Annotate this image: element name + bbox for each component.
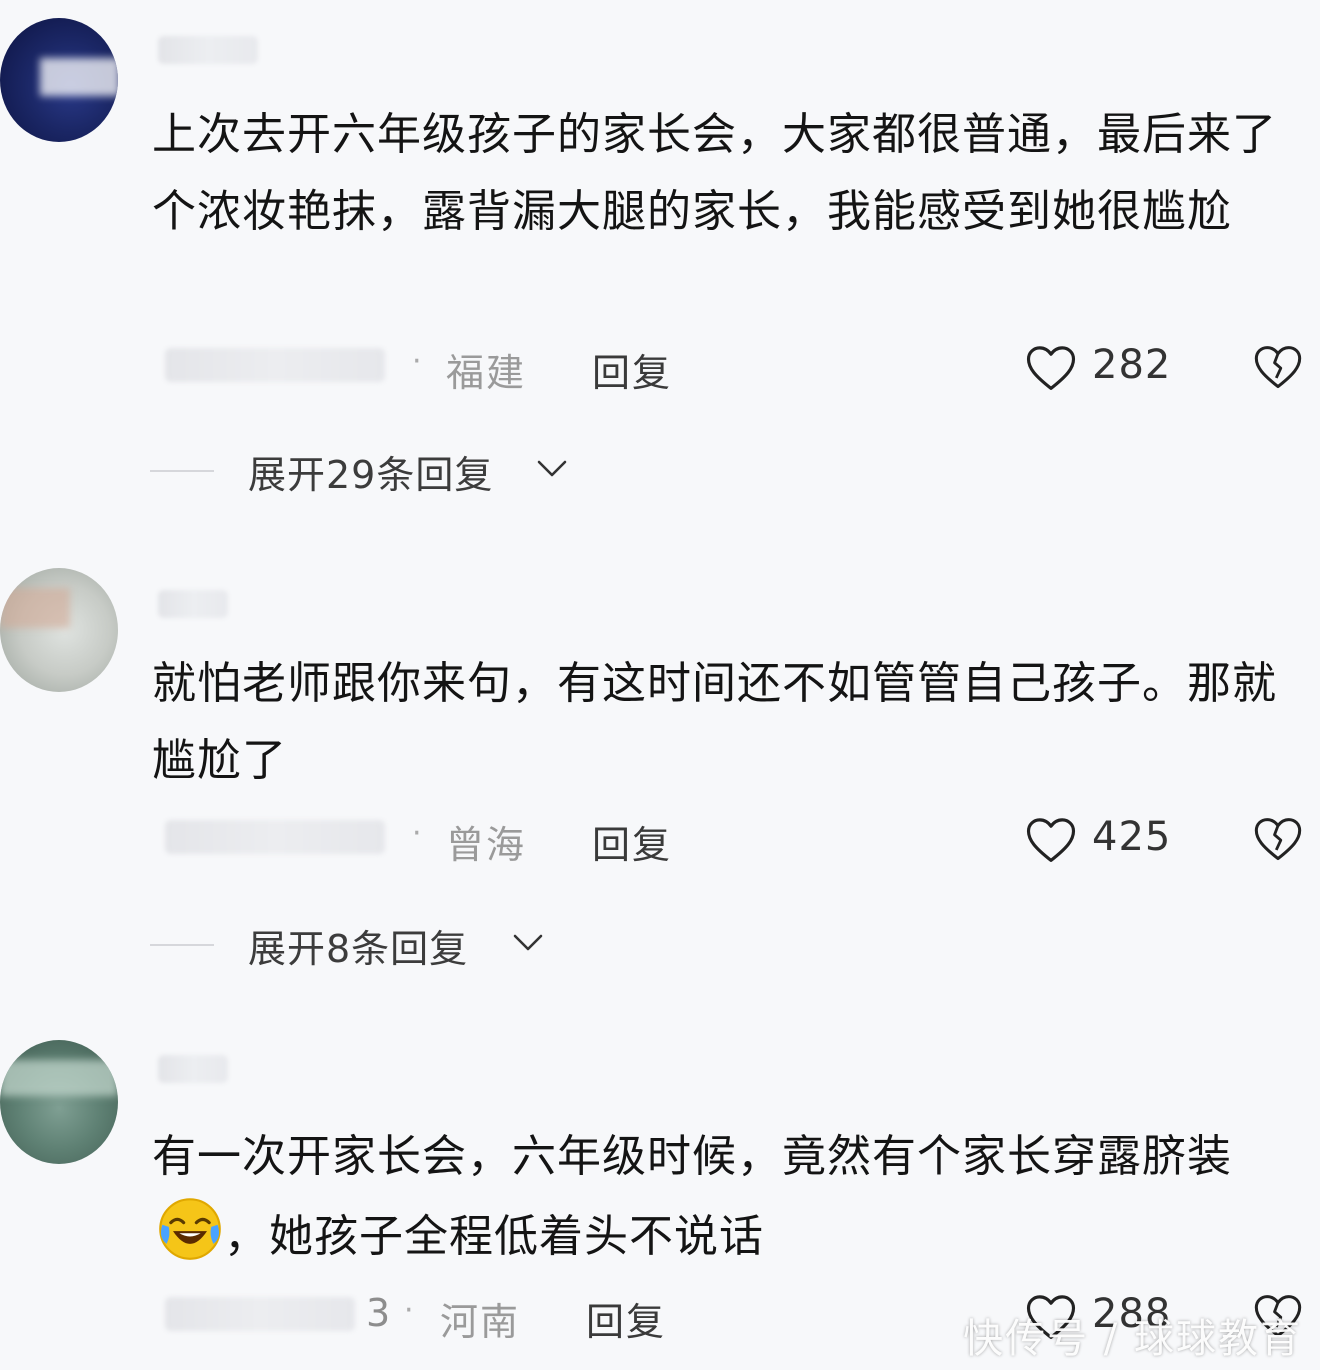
watermark: 快传号 / 球球教育 bbox=[963, 1316, 1302, 1362]
location-label: 福建 bbox=[446, 351, 527, 395]
comment-meta: · 福建 回复 282 bbox=[0, 338, 1320, 398]
username-redacted[interactable] bbox=[158, 36, 258, 64]
heart-outline-icon bbox=[1026, 818, 1076, 862]
location-label: 河南 bbox=[440, 1300, 521, 1344]
expand-replies[interactable]: 展开29条回复 bbox=[0, 440, 1320, 500]
laughing-crying-emoji-icon bbox=[159, 1198, 221, 1260]
separator-dot: · bbox=[412, 816, 422, 851]
comment-meta: · 曾海 回复 425 bbox=[0, 810, 1320, 870]
reply-button[interactable]: 回复 bbox=[586, 1291, 666, 1346]
divider-line bbox=[150, 470, 214, 472]
avatar[interactable] bbox=[0, 1040, 118, 1164]
dislike-button[interactable] bbox=[1252, 342, 1304, 394]
comment-text: 就怕老师跟你来句，有这时间还不如管管自己孩子。那就尴尬了 bbox=[152, 658, 1277, 786]
broken-heart-icon bbox=[1254, 818, 1302, 861]
comment-text-part: 有一次开家长会，六年级时候，竟然有个家长穿露脐装 bbox=[152, 1131, 1232, 1182]
timestamp-redacted bbox=[165, 1297, 355, 1331]
chevron-down-icon bbox=[537, 460, 567, 477]
separator-dot: · bbox=[412, 344, 422, 379]
expand-replies-label: 展开8条回复 bbox=[248, 927, 469, 971]
timestamp-redacted bbox=[165, 348, 385, 382]
location-label: 曾海 bbox=[446, 823, 527, 867]
username-redacted[interactable] bbox=[158, 1055, 228, 1083]
broken-heart-icon bbox=[1254, 346, 1302, 389]
comment-text-part: ，她孩子全程低着头不说话 bbox=[224, 1211, 764, 1262]
username-redacted[interactable] bbox=[158, 590, 228, 618]
avatar[interactable] bbox=[0, 18, 118, 142]
heart-outline-icon bbox=[1026, 346, 1076, 390]
separator-dot: · bbox=[404, 1293, 414, 1328]
dislike-button[interactable] bbox=[1252, 814, 1304, 866]
reply-button[interactable]: 回复 bbox=[592, 814, 672, 869]
avatar[interactable] bbox=[0, 568, 118, 692]
divider-line bbox=[150, 944, 214, 946]
timestamp-suffix: 3 bbox=[366, 1291, 393, 1335]
timestamp-redacted bbox=[165, 820, 385, 854]
comment-text: 上次去开六年级孩子的家长会，大家都很普通，最后来了个浓妆艳抹，露背漏大腿的家长，… bbox=[152, 109, 1277, 237]
like-count: 425 bbox=[1092, 814, 1172, 860]
expand-replies-label: 展开29条回复 bbox=[248, 453, 494, 497]
comment-text: 有一次开家长会，六年级时候，竟然有个家长穿露脐装 ，她孩子全程低着头不说话 bbox=[152, 1118, 1302, 1275]
expand-replies[interactable]: 展开8条回复 bbox=[0, 914, 1320, 974]
chevron-down-icon bbox=[513, 934, 543, 951]
like-count: 282 bbox=[1092, 342, 1172, 388]
reply-button[interactable]: 回复 bbox=[592, 342, 672, 397]
